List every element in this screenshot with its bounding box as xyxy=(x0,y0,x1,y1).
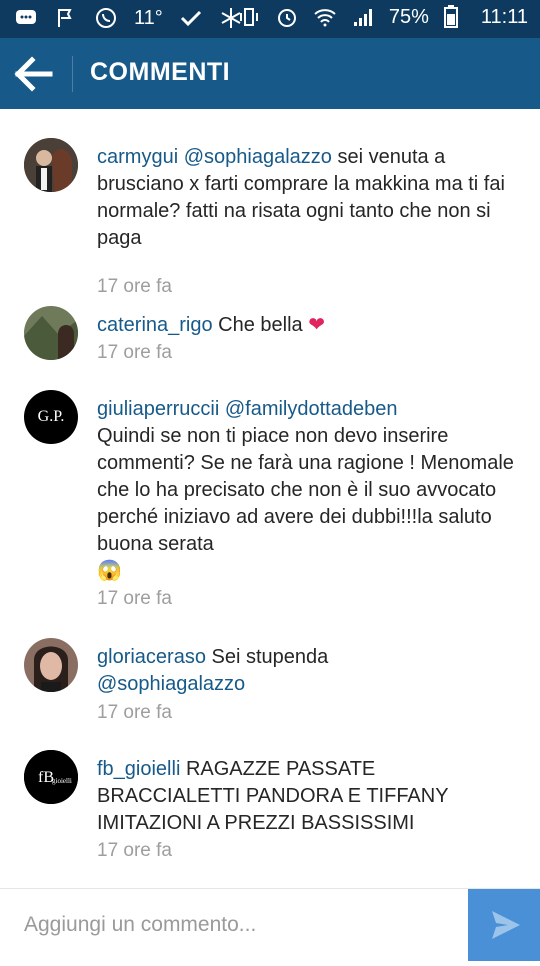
battery-icon xyxy=(443,5,467,29)
status-left-icons: 11° xyxy=(14,6,243,30)
comment-username[interactable]: caterina_rigo xyxy=(97,314,213,336)
check-icon xyxy=(179,6,203,30)
back-button[interactable] xyxy=(14,56,54,92)
comment-username[interactable]: gloriaceraso xyxy=(97,646,206,668)
comment-input-bar: Aggiungi un commento... xyxy=(0,888,540,961)
send-button[interactable] xyxy=(468,889,540,961)
battery-percent: 75% xyxy=(388,5,429,28)
back-arrow-icon xyxy=(14,56,53,92)
status-bar: 11° 75% 11:11 xyxy=(0,0,540,38)
comment-text: fb_gioielli RAGAZZE PASSATE BRACCIALETTI… xyxy=(97,756,517,837)
send-icon xyxy=(492,911,520,939)
app-bar: COMMENTI xyxy=(0,38,540,109)
avatar[interactable]: fB gioielli xyxy=(24,750,78,804)
avatar[interactable]: G.P. xyxy=(24,390,78,444)
wifi-icon xyxy=(313,5,337,29)
comment-time: 17 ore fa xyxy=(97,702,172,723)
temperature-text: 11° xyxy=(134,6,163,29)
comment-mention[interactable]: @sophiagalazzo xyxy=(97,673,245,695)
status-right-icons: 75% 11:11 xyxy=(237,5,528,29)
comment-mention[interactable]: @familydottadeben xyxy=(225,398,398,420)
header-divider xyxy=(72,56,73,92)
avatar[interactable] xyxy=(24,138,78,192)
comment-username[interactable]: giuliaperruccii xyxy=(97,398,219,420)
avatar-initials: G.P. xyxy=(37,408,65,425)
avatar[interactable] xyxy=(24,638,78,692)
comment-input[interactable]: Aggiungi un commento... xyxy=(24,913,256,937)
heart-emoji: ❤ xyxy=(308,314,326,336)
comment-time: 17 ore fa xyxy=(97,276,172,297)
comment-body: Che bella xyxy=(212,314,309,336)
avatar[interactable] xyxy=(24,306,78,360)
flag-icon xyxy=(54,6,78,30)
scream-emoji: 😱 xyxy=(97,560,122,582)
vibrate-icon xyxy=(237,5,261,29)
message-icon xyxy=(14,6,38,30)
comment-body: Quindi se non ti piace non devo inserire… xyxy=(97,425,514,555)
comment-username[interactable]: carmygui xyxy=(97,146,178,168)
signal-icon xyxy=(351,5,375,29)
comment-time: 17 ore fa xyxy=(97,342,172,363)
alarm-icon xyxy=(275,5,299,29)
comment-mention[interactable]: @sophiagalazzo xyxy=(184,146,332,168)
comment-text: giuliaperruccii @familydottadeben Quindi… xyxy=(97,396,517,585)
comment-body: Sei stupenda xyxy=(205,646,329,668)
comment-text: caterina_rigo Che bella ❤ xyxy=(97,312,517,339)
clock: 11:11 xyxy=(480,5,528,28)
comment-time: 17 ore fa xyxy=(97,840,172,861)
comment-text: carmygui @sophiagalazzo sei venuta a bru… xyxy=(97,144,517,252)
svg-text:gioielli: gioielli xyxy=(52,777,72,785)
page-title: COMMENTI xyxy=(90,58,231,86)
comment-text: gloriaceraso Sei stupenda @sophiagalazzo xyxy=(97,644,517,698)
comment-time: 17 ore fa xyxy=(97,588,172,609)
comment-username[interactable]: fb_gioielli xyxy=(97,758,180,780)
whatsapp-icon xyxy=(94,6,118,30)
